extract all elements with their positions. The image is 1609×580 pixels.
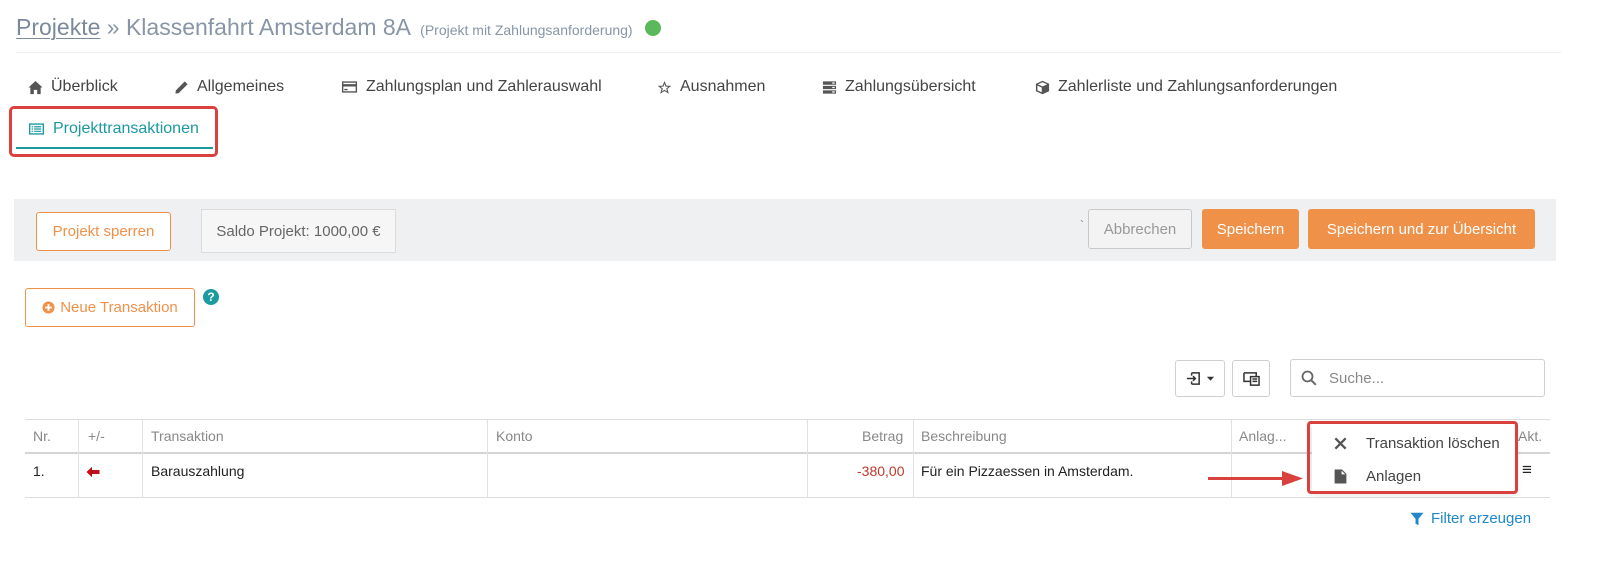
- pencil-icon: [175, 80, 188, 94]
- row-actions-menu-icon[interactable]: ≡: [1522, 460, 1532, 480]
- row-betrag: -380,00: [857, 463, 905, 479]
- column-divider: [142, 419, 143, 497]
- column-header-aktionen: Akt.: [1518, 428, 1543, 444]
- cube-icon: [1035, 80, 1050, 94]
- breadcrumb-projekte-link[interactable]: Projekte: [16, 14, 100, 40]
- save-and-overview-button[interactable]: Speichern und zur Übersicht: [1308, 209, 1535, 249]
- tab-label: Allgemeines: [197, 78, 285, 95]
- stray-tick: `: [1080, 218, 1084, 232]
- home-icon: [28, 80, 43, 94]
- tab-label: Zahlungsplan und Zahlerauswahl: [366, 78, 602, 95]
- save-button[interactable]: Speichern: [1202, 209, 1299, 249]
- tab-ueberblick[interactable]: Überblick: [28, 78, 118, 96]
- title-divider: [16, 52, 1561, 53]
- row-nr: 1.: [33, 463, 45, 479]
- column-divider: [487, 419, 488, 497]
- tab-label: Zahlerliste und Zahlungsanforderungen: [1058, 78, 1338, 95]
- tab-ausnahmen[interactable]: Ausnahmen: [657, 78, 765, 96]
- tab-zahlungsplan[interactable]: Zahlungsplan und Zahlerauswahl: [341, 78, 602, 96]
- column-header-transaktion[interactable]: Transaktion: [151, 428, 224, 444]
- devices-icon: [1242, 372, 1260, 386]
- column-divider: [78, 419, 79, 497]
- project-name: Klassenfahrt Amsterdam 8A: [125, 14, 410, 40]
- credit-card-icon: [341, 81, 358, 93]
- column-header-anlagen[interactable]: Anlag...: [1239, 428, 1286, 444]
- tab-zahlungsuebersicht[interactable]: Zahlungsübersicht: [822, 78, 976, 96]
- column-header-nr[interactable]: Nr.: [33, 428, 51, 444]
- server-icon: [822, 80, 837, 94]
- row-transaktion: Barauszahlung: [151, 463, 245, 479]
- saldo-display: Saldo Projekt: 1000,00 €: [201, 209, 396, 253]
- column-header-konto[interactable]: Konto: [496, 428, 533, 444]
- tab-allgemeines[interactable]: Allgemeines: [174, 78, 284, 96]
- column-header-beschreibung[interactable]: Beschreibung: [921, 428, 1007, 444]
- highlight-box-tab: [9, 106, 218, 157]
- create-filter-label: Filter erzeugen: [1431, 510, 1532, 527]
- star-icon: [657, 80, 672, 94]
- page-title: Projekte » Klassenfahrt Amsterdam 8A (Pr…: [16, 14, 661, 41]
- breadcrumb-separator: »: [106, 14, 120, 40]
- search-icon: [1301, 370, 1317, 386]
- project-type: (Projekt mit Zahlungsanforderung): [420, 22, 633, 38]
- column-header-betrag[interactable]: Betrag: [862, 428, 903, 444]
- column-toggle-button[interactable]: [1232, 360, 1270, 397]
- annotation-arrow-icon: [1208, 468, 1304, 497]
- tab-label: Zahlungsübersicht: [845, 78, 976, 95]
- export-icon: [1186, 372, 1200, 385]
- search-box[interactable]: [1290, 359, 1545, 397]
- column-divider: [807, 419, 808, 497]
- row-beschreibung: Für ein Pizzaessen in Amsterdam.: [921, 463, 1134, 479]
- help-icon[interactable]: ?: [203, 289, 219, 305]
- tab-label: Ausnahmen: [680, 78, 766, 95]
- cancel-button[interactable]: Abbrechen: [1088, 209, 1192, 249]
- search-input[interactable]: [1327, 368, 1531, 388]
- table-top-border: [25, 419, 1550, 420]
- column-divider: [913, 419, 914, 497]
- export-dropdown-button[interactable]: [1175, 360, 1225, 397]
- highlight-box-dropdown: [1307, 421, 1518, 494]
- status-dot-icon: [644, 20, 661, 36]
- new-transaction-button[interactable]: Neue Transaktion: [25, 288, 195, 327]
- new-transaction-label: Neue Transaktion: [60, 299, 178, 316]
- filter-icon: [1410, 512, 1424, 525]
- caret-down-icon: [1206, 376, 1215, 381]
- table-bottom-border: [25, 497, 1550, 498]
- plus-circle-icon: [42, 301, 55, 314]
- tab-label: Überblick: [51, 78, 118, 95]
- create-filter-link[interactable]: Filter erzeugen: [1410, 510, 1531, 527]
- outgoing-arrow-icon: [86, 465, 100, 483]
- column-header-plusminus[interactable]: +/-: [88, 428, 105, 444]
- lock-project-button[interactable]: Projekt sperren: [36, 212, 171, 251]
- tab-zahlerliste[interactable]: Zahlerliste und Zahlungsanforderungen: [1035, 78, 1337, 96]
